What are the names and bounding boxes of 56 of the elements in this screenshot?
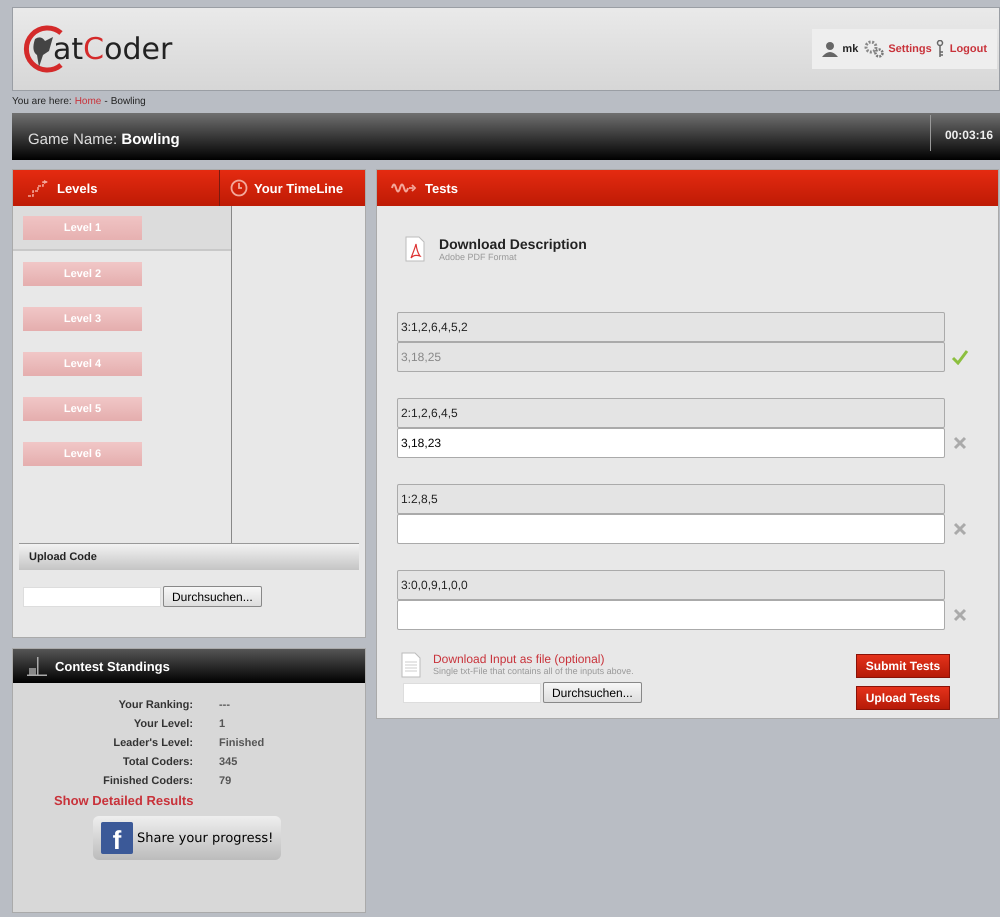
timer: 00:03:16	[930, 115, 1000, 151]
settings-icon	[864, 40, 884, 58]
stat-value: ---	[219, 699, 231, 711]
key-icon	[936, 40, 946, 58]
browse-button[interactable]: Durchsuchen...	[543, 682, 642, 703]
facebook-icon: f	[101, 822, 133, 854]
file-format-label: Adobe PDF Format	[439, 252, 518, 262]
clock-icon	[230, 179, 248, 197]
upload-code-header: Upload Code	[19, 543, 359, 570]
test-output-field: 3,18,25	[397, 342, 945, 372]
username: mk	[842, 43, 858, 55]
timeline-title: Your TimeLine	[254, 180, 344, 196]
stairs-icon	[27, 179, 49, 197]
stat-value: Finished	[219, 737, 266, 749]
logo-text: at	[53, 32, 84, 66]
stat-value: 79	[219, 775, 232, 787]
file-path-field[interactable]	[403, 682, 541, 702]
browse-button[interactable]: Durchsuchen...	[163, 586, 262, 607]
text-file-icon	[401, 652, 421, 678]
input-file-hint: Single txt-File that contains all of the inputs above.	[433, 666, 634, 676]
breadcrumb-separator: -	[104, 96, 108, 107]
file-path-field[interactable]	[23, 586, 161, 606]
podium-icon	[27, 656, 47, 676]
stat-label: Your Level:	[132, 718, 193, 730]
game-title: Game Name: Bowling	[27, 130, 180, 148]
logo-text: C	[83, 32, 104, 66]
download-input-link[interactable]: Download Input as file (optional)	[433, 652, 634, 666]
breadcrumb-current: Bowling	[110, 96, 146, 107]
stat-label: Finished Coders:	[102, 775, 193, 787]
detailed-results-link[interactable]: Show Detailed Results	[13, 787, 365, 808]
wave-arrow-icon	[391, 181, 417, 195]
logo-text: oder	[104, 32, 172, 66]
standings-title: Contest Standings	[55, 658, 170, 674]
stat-value: 345	[219, 756, 238, 768]
share-button[interactable]: f Share your progress!	[93, 816, 282, 860]
test-output-field[interactable]	[397, 600, 945, 630]
levels-title: Levels	[57, 180, 98, 196]
stat-label: Total Coders:	[122, 756, 193, 768]
action-button[interactable]: Submit Tests	[856, 654, 950, 678]
test-input-field[interactable]: 2:1,2,6,4,5	[397, 398, 945, 428]
test-output-field[interactable]	[397, 514, 945, 544]
action-button[interactable]: Upload Tests	[856, 686, 950, 710]
pdf-file-icon	[405, 236, 425, 262]
breadcrumb-label: You are here:	[12, 96, 72, 107]
test-input-field[interactable]: 3:0,0,9,1,0,0	[397, 570, 945, 600]
test-input-field[interactable]: 1:2,8,5	[397, 484, 945, 514]
download-description-link[interactable]: Download Description	[439, 236, 587, 252]
test-output-field[interactable]: 3,18,23	[397, 428, 945, 458]
logout-link[interactable]: Logout	[950, 43, 987, 55]
breadcrumb-link[interactable]: Home	[74, 96, 102, 107]
stat-value: 1	[219, 718, 226, 730]
settings-link[interactable]: Settings	[888, 43, 932, 55]
stat-label: Your Ranking:	[118, 699, 193, 711]
stat-label: Leader's Level:	[112, 737, 193, 749]
user-icon	[822, 41, 838, 57]
tests-title: Tests	[425, 180, 458, 196]
